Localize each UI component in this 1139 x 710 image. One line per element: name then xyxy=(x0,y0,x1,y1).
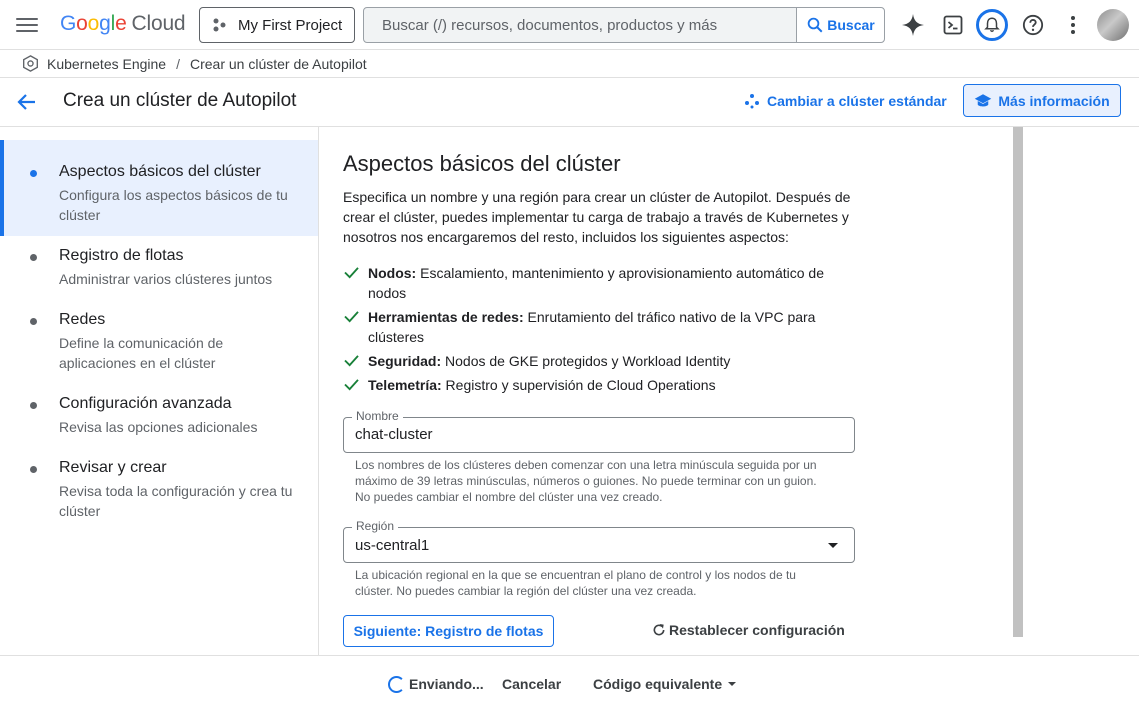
project-icon xyxy=(213,18,226,32)
step-fleet-registration[interactable]: Registro de flotas Administrar varios cl… xyxy=(0,236,318,300)
step-dot-icon xyxy=(30,318,37,325)
step-title: Registro de flotas xyxy=(59,247,184,264)
feature-item: Telemetría: Registro y supervisión de Cl… xyxy=(343,375,858,395)
breadcrumb-separator: / xyxy=(176,55,180,72)
search-bar: Buscar xyxy=(363,7,885,43)
check-icon xyxy=(344,355,359,367)
feature-label: Herramientas de redes: xyxy=(368,309,524,325)
submitting-status: Enviando... xyxy=(409,676,484,692)
check-icon xyxy=(344,379,359,391)
feature-label: Telemetría: xyxy=(368,377,442,393)
learn-more-button[interactable]: Más información xyxy=(963,84,1121,117)
step-review-and-create[interactable]: Revisar y crear Revisa toda la configura… xyxy=(0,448,318,532)
feature-text: Nodos de GKE protegidos y Workload Ident… xyxy=(441,353,731,369)
breadcrumb-current: Crear un clúster de Autopilot xyxy=(189,55,367,72)
logo-cloud-text: Cloud xyxy=(131,12,186,35)
dropdown-caret-icon xyxy=(828,543,838,548)
notifications-bell-icon[interactable] xyxy=(976,9,1008,41)
school-icon xyxy=(975,93,992,106)
scrollbar-thumb[interactable] xyxy=(1013,127,1023,637)
step-description: Revisa toda la configuración y crea tu c… xyxy=(59,483,293,519)
step-description: Administrar varios clústeres juntos xyxy=(59,271,273,287)
step-description: Configura los aspectos básicos de tu clú… xyxy=(59,187,288,223)
learn-more-label: Más información xyxy=(998,92,1110,109)
breadcrumb-kubernetes-engine[interactable]: Kubernetes Engine xyxy=(47,56,166,72)
help-icon[interactable] xyxy=(1018,10,1048,40)
step-advanced-settings[interactable]: Configuración avanzada Revisa las opcion… xyxy=(0,384,318,448)
feature-text: Escalamiento, mantenimiento y aprovision… xyxy=(368,265,824,301)
kubernetes-engine-icon xyxy=(23,55,38,72)
cloud-shell-icon[interactable] xyxy=(938,10,968,40)
page-header: Crea un clúster de Autopilot Cambiar a c… xyxy=(0,78,1139,127)
feature-label: Nodos: xyxy=(368,265,417,281)
check-icon xyxy=(344,267,359,279)
step-title: Configuración avanzada xyxy=(59,395,232,412)
google-cloud-logo[interactable]: Google Cloud xyxy=(60,12,186,36)
region-value: us-central1 xyxy=(355,537,430,554)
feature-item: Herramientas de redes: Enrutamiento del … xyxy=(343,307,858,347)
step-cluster-basics[interactable]: Aspectos básicos del clúster Configura l… xyxy=(0,140,318,236)
reset-config-label: Restablecer configuración xyxy=(669,622,845,638)
step-title: Redes xyxy=(59,311,106,328)
cancel-button[interactable]: Cancelar xyxy=(502,676,561,692)
refresh-icon xyxy=(653,624,665,636)
check-icon xyxy=(344,311,359,323)
equivalent-code-label: Código equivalente xyxy=(593,676,723,692)
feature-list: Nodos: Escalamiento, mantenimiento y apr… xyxy=(343,263,858,399)
search-input[interactable] xyxy=(364,8,796,42)
more-vert-icon[interactable] xyxy=(1058,10,1088,40)
breadcrumb: Kubernetes Engine / Crear un clúster de … xyxy=(0,50,1139,78)
feature-item: Seguridad: Nodos de GKE protegidos y Wor… xyxy=(343,351,858,371)
search-icon xyxy=(807,17,823,33)
feature-item: Nodos: Escalamiento, mantenimiento y apr… xyxy=(343,263,858,303)
reset-config-button[interactable]: Restablecer configuración xyxy=(651,622,845,638)
loading-spinner-icon xyxy=(388,676,405,693)
equivalent-code-button[interactable]: Código equivalente xyxy=(593,676,737,692)
feature-label: Seguridad: xyxy=(368,353,442,369)
cluster-name-input[interactable] xyxy=(355,426,835,443)
step-dot-icon xyxy=(30,402,37,409)
top-app-bar: Google Cloud My First Project Buscar xyxy=(0,0,1139,50)
gemini-sparkle-icon[interactable] xyxy=(898,10,928,40)
step-dot-icon xyxy=(30,170,37,177)
feature-text: Registro y supervisión de Cloud Operatio… xyxy=(441,377,716,393)
search-button[interactable]: Buscar xyxy=(796,8,884,42)
step-description: Define la comunicación de aplicaciones e… xyxy=(59,335,224,371)
page-title: Crea un clúster de Autopilot xyxy=(63,90,297,111)
region-label: Región xyxy=(352,519,399,533)
region-hint: La ubicación regional en la que se encue… xyxy=(355,568,796,598)
region-select[interactable]: Región us-central1 xyxy=(343,519,855,563)
switch-to-standard-link[interactable]: Cambiar a clúster estándar xyxy=(744,93,947,109)
cluster-name-field: Nombre xyxy=(343,409,855,453)
switch-link-label: Cambiar a clúster estándar xyxy=(767,93,947,109)
avatar[interactable] xyxy=(1097,9,1129,41)
step-networking[interactable]: Redes Define la comunicación de aplicaci… xyxy=(0,300,318,384)
cluster-name-label: Nombre xyxy=(352,409,403,423)
dropdown-caret-icon xyxy=(728,682,737,686)
section-intro: Especifica un nombre y una región para c… xyxy=(343,189,851,245)
menu-icon[interactable] xyxy=(16,15,38,35)
stepper-nav: Aspectos básicos del clúster Configura l… xyxy=(0,127,319,655)
section-heading: Aspectos básicos del clúster xyxy=(343,151,621,176)
next-fleet-registration-button[interactable]: Siguiente: Registro de flotas xyxy=(343,615,554,647)
step-description: Revisa las opciones adicionales xyxy=(59,419,258,435)
action-footer: Enviando... Cancelar Código equivalente xyxy=(0,655,1139,710)
back-arrow-icon[interactable] xyxy=(15,90,39,119)
step-dot-icon xyxy=(30,254,37,261)
step-dot-icon xyxy=(30,466,37,473)
project-name: My First Project xyxy=(238,16,343,34)
step-title: Aspectos básicos del clúster xyxy=(59,163,261,180)
project-picker-button[interactable]: My First Project xyxy=(199,7,355,43)
step-title: Revisar y crear xyxy=(59,459,167,476)
logo-google-text: G xyxy=(60,12,77,35)
switch-cluster-icon xyxy=(745,94,759,109)
search-button-label: Buscar xyxy=(827,17,875,33)
cluster-name-hint: Los nombres de los clústeres deben comen… xyxy=(355,458,817,504)
